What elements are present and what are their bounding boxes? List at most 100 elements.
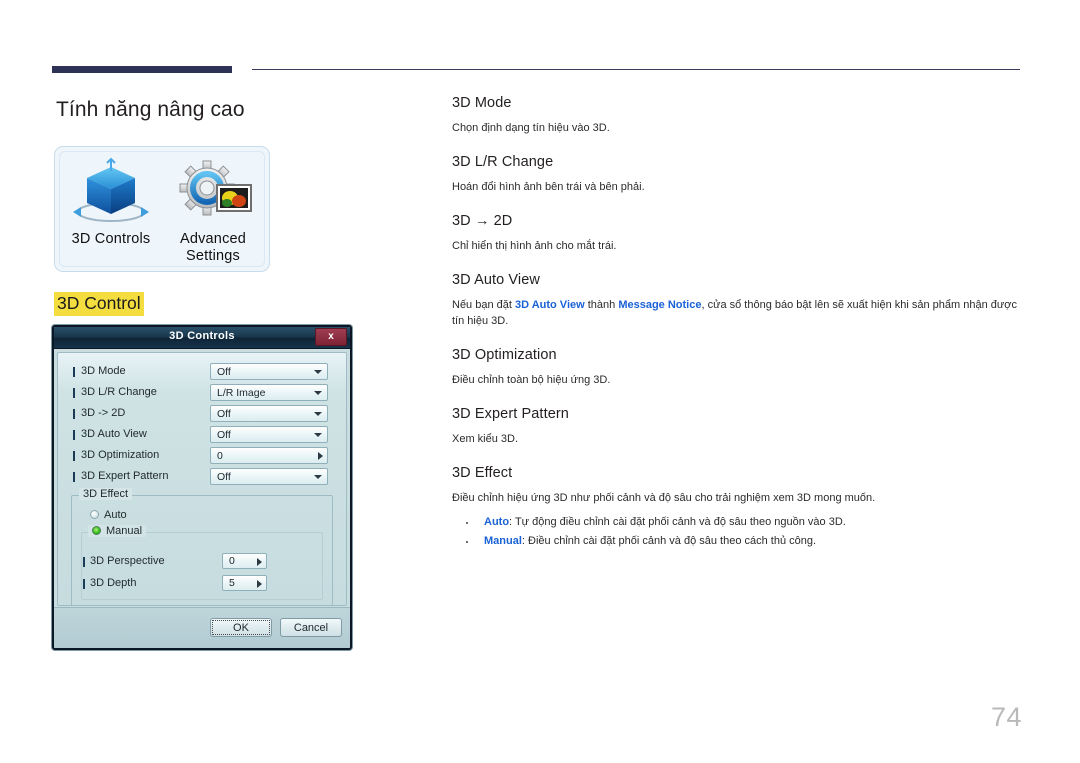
- section-bullet-list: Auto: Tự động điều chỉnh cài đặt phối cả…: [452, 513, 1022, 551]
- header-divider-line: [252, 69, 1020, 70]
- section-heading: 3D → 2D: [452, 213, 513, 229]
- section-heading: 3D Optimization: [452, 347, 557, 363]
- manual-subgroup: Manual 3D Perspective 0 3D Depth 5: [81, 525, 323, 600]
- icon-panel-item-label: Advanced Settings: [161, 231, 265, 265]
- 3d-expert-pattern-dropdown[interactable]: Off: [210, 468, 328, 485]
- stepper-value: 0: [229, 555, 235, 567]
- section-body: Điều chỉnh toàn bộ hiệu ứng 3D.: [452, 374, 611, 386]
- setting-row-3d-expert-pattern: 3D Expert Pattern Off: [58, 467, 346, 488]
- content-column: 3D Mode Chọn định dạng tín hiệu vào 3D. …: [452, 95, 1022, 569]
- chevron-down-icon: [314, 475, 322, 479]
- inline-term-message-notice: Message Notice: [618, 299, 702, 311]
- body-text-part: Nếu bạn đặt: [452, 299, 515, 311]
- 3d-controls-dialog: 3D Controls x 3D Mode Off 3D L/R Change …: [52, 325, 352, 650]
- section-heading: 3D Mode: [452, 95, 512, 111]
- section-3d-effect: 3D Effect Điều chỉnh hiệu ứng 3D như phố…: [452, 465, 1022, 551]
- radio-label: Manual: [106, 525, 143, 537]
- setting-label: 3D Depth: [82, 577, 137, 589]
- icon-panel-item-label: 3D Controls: [71, 231, 151, 247]
- section-heading: 3D Effect: [452, 465, 513, 481]
- 3d-effect-group: 3D Effect Auto Manual 3D Perspective 0 3…: [71, 488, 333, 605]
- dropdown-value: Off: [217, 366, 231, 378]
- group-legend: 3D Effect: [79, 488, 133, 500]
- icon-panel: 3D Controls Advanced Settings: [54, 146, 270, 272]
- setting-label: 3D Mode: [73, 365, 126, 377]
- bullet-term-auto: Auto: [484, 516, 510, 528]
- page-number: 74: [990, 702, 1022, 732]
- left-column: Tính năng nâng cao 3D Controls Advanced …: [52, 90, 412, 316]
- dropdown-value: Off: [217, 429, 231, 441]
- section-3d-optimization: 3D Optimization Điều chỉnh toàn bộ hiệu …: [452, 347, 1022, 388]
- page-header-rules: [0, 0, 1080, 90]
- close-icon[interactable]: x: [315, 328, 347, 346]
- radio-label: Auto: [104, 509, 127, 521]
- chevron-down-icon: [314, 391, 322, 395]
- 3d-to-2d-dropdown[interactable]: Off: [210, 405, 328, 422]
- chevron-down-icon: [314, 433, 322, 437]
- dialog-settings-list: 3D Mode Off 3D L/R Change L/R Image 3D -…: [58, 353, 346, 488]
- setting-label: 3D Optimization: [72, 449, 160, 461]
- section-heading: 3D L/R Change: [452, 154, 554, 170]
- section-heading: 3D Auto View: [452, 272, 540, 288]
- setting-row-3d-optimization: 3D Optimization 0: [58, 446, 346, 467]
- bullet-text: : Tự động điều chỉnh cài đặt phối cảnh v…: [509, 516, 846, 528]
- icon-panel-item-label-line1: Advanced: [179, 231, 247, 247]
- header-accent-bar: [52, 66, 232, 73]
- page-title: Tính năng nâng cao: [56, 98, 245, 121]
- 3d-cube-icon: [59, 157, 163, 231]
- 3d-mode-dropdown[interactable]: Off: [210, 363, 328, 380]
- icon-panel-item-label-line2: Settings: [186, 248, 240, 264]
- setting-row-3d-lr-change: 3D L/R Change L/R Image: [58, 383, 346, 404]
- icon-panel-item-3d-controls[interactable]: 3D Controls: [59, 157, 163, 248]
- icon-panel-item-advanced-settings[interactable]: Advanced Settings: [161, 157, 265, 265]
- setting-label: 3D Auto View: [73, 428, 147, 440]
- dialog-title: 3D Controls: [169, 330, 235, 342]
- stepper-value: 5: [229, 577, 235, 589]
- section-3d-to-2d: 3D → 2D Chỉ hiển thị hình ảnh cho mắt tr…: [452, 213, 1022, 254]
- setting-row-3d-auto-view: 3D Auto View Off: [58, 425, 346, 446]
- 3d-perspective-stepper[interactable]: 0: [222, 553, 267, 569]
- setting-label: 3D Perspective: [83, 555, 165, 567]
- section-3d-lr-change: 3D L/R Change Hoán đổi hình ảnh bên trái…: [452, 154, 1022, 195]
- dropdown-value: Off: [217, 408, 231, 420]
- 3d-depth-stepper[interactable]: 5: [222, 575, 267, 591]
- section-heading: 3D Expert Pattern: [452, 406, 569, 422]
- bullet-text: : Điều chỉnh cài đặt phối cảnh và độ sâu…: [521, 535, 817, 547]
- section-caption-3d-control: 3D Control: [54, 292, 144, 316]
- cancel-button[interactable]: Cancel: [280, 618, 342, 637]
- dropdown-value: L/R Image: [217, 387, 266, 399]
- setting-row-3d-to-2d: 3D -> 2D Off: [58, 404, 346, 425]
- ok-button[interactable]: OK: [210, 618, 272, 637]
- chevron-right-icon: [257, 558, 262, 566]
- radio-manual[interactable]: Manual: [92, 525, 142, 537]
- dialog-title-bar: 3D Controls x: [54, 327, 350, 349]
- radio-dot-icon: [92, 526, 101, 535]
- manual-subgroup-legend: Manual: [88, 525, 147, 537]
- section-body: Chỉ hiển thị hình ảnh cho mắt trái.: [452, 240, 617, 252]
- section-body: Hoán đổi hình ảnh bên trái và bên phải.: [452, 181, 645, 193]
- chevron-right-icon: [257, 580, 262, 588]
- dialog-body: 3D Mode Off 3D L/R Change L/R Image 3D -…: [57, 352, 347, 606]
- section-3d-expert-pattern: 3D Expert Pattern Xem kiểu 3D.: [452, 406, 1022, 447]
- bullet-term-manual: Manual: [484, 535, 522, 547]
- radio-auto[interactable]: Auto: [90, 509, 127, 521]
- setting-label: 3D -> 2D: [72, 407, 126, 419]
- dropdown-value: Off: [217, 471, 231, 483]
- section-body: Nếu bạn đặt 3D Auto View thành Message N…: [452, 297, 1022, 329]
- 3d-optimization-stepper[interactable]: 0: [210, 447, 328, 464]
- section-3d-auto-view: 3D Auto View Nếu bạn đặt 3D Auto View th…: [452, 272, 1022, 329]
- section-body: Điều chỉnh hiệu ứng 3D như phối cảnh và …: [452, 492, 876, 504]
- inline-term-3d-auto-view: 3D Auto View: [515, 299, 585, 311]
- list-item: Auto: Tự động điều chỉnh cài đặt phối cả…: [452, 513, 1022, 532]
- chevron-down-icon: [314, 370, 322, 374]
- 3d-lr-change-dropdown[interactable]: L/R Image: [210, 384, 328, 401]
- chevron-down-icon: [314, 412, 322, 416]
- setting-row-3d-mode: 3D Mode Off: [58, 362, 346, 383]
- dialog-footer: OK Cancel: [54, 607, 350, 648]
- 3d-auto-view-dropdown[interactable]: Off: [210, 426, 328, 443]
- section-body: Xem kiểu 3D.: [452, 433, 519, 445]
- gear-picture-icon: [161, 157, 265, 231]
- section-body: Chọn định dạng tín hiệu vào 3D.: [452, 122, 610, 134]
- stepper-value: 0: [217, 450, 223, 462]
- section-3d-mode: 3D Mode Chọn định dạng tín hiệu vào 3D.: [452, 95, 1022, 136]
